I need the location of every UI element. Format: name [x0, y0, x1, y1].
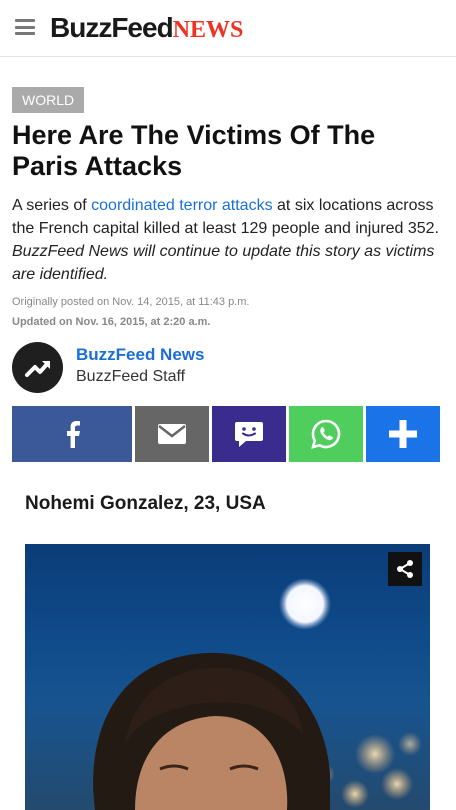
logo-news-text: NEWS	[172, 17, 244, 43]
updated-timestamp: Updated on Nov. 16, 2015, at 2:20 a.m.	[12, 316, 211, 328]
sms-icon	[235, 422, 263, 447]
posted-timestamp: Originally posted on Nov. 14, 2015, at 1…	[12, 296, 250, 308]
victim-photo	[25, 544, 430, 810]
trending-arrow-icon	[24, 360, 50, 377]
share-sms-button[interactable]	[212, 406, 286, 462]
share-bar	[12, 406, 442, 462]
photo-illustration	[93, 578, 422, 810]
photo-share-button[interactable]	[388, 552, 422, 586]
share-icon	[397, 560, 413, 578]
menu-icon[interactable]	[15, 19, 35, 35]
share-whatsapp-button[interactable]	[289, 406, 363, 462]
share-email-button[interactable]	[135, 406, 209, 462]
lede-italic-note: BuzzFeed News will continue to update th…	[12, 243, 435, 283]
logo-buzzfeed-text: BuzzFeed	[50, 12, 174, 43]
share-more-button[interactable]	[366, 406, 440, 462]
article-title: Here Are The Victims Of The Paris Attack…	[12, 120, 376, 181]
share-facebook-button[interactable]	[12, 406, 132, 462]
email-icon	[158, 424, 186, 444]
whatsapp-icon	[311, 419, 341, 449]
author-avatar[interactable]	[12, 342, 63, 393]
buzzfeed-news-logo[interactable]: BuzzFeedNEWS	[50, 12, 243, 44]
author-name[interactable]: BuzzFeed News	[76, 345, 204, 365]
list-item-heading: Nohemi Gonzalez, 23, USA	[25, 493, 266, 514]
lede-link[interactable]: coordinated terror attacks	[91, 197, 272, 214]
author-role: BuzzFeed Staff	[76, 368, 186, 385]
section-tag[interactable]: WORLD	[12, 87, 85, 113]
plus-icon	[389, 420, 417, 448]
facebook-icon	[67, 421, 80, 448]
article-lede: A series of coordinated terror attacks a…	[12, 194, 448, 286]
lede-text-1: A series of	[12, 197, 92, 214]
site-header: BuzzFeedNEWS	[0, 0, 456, 57]
